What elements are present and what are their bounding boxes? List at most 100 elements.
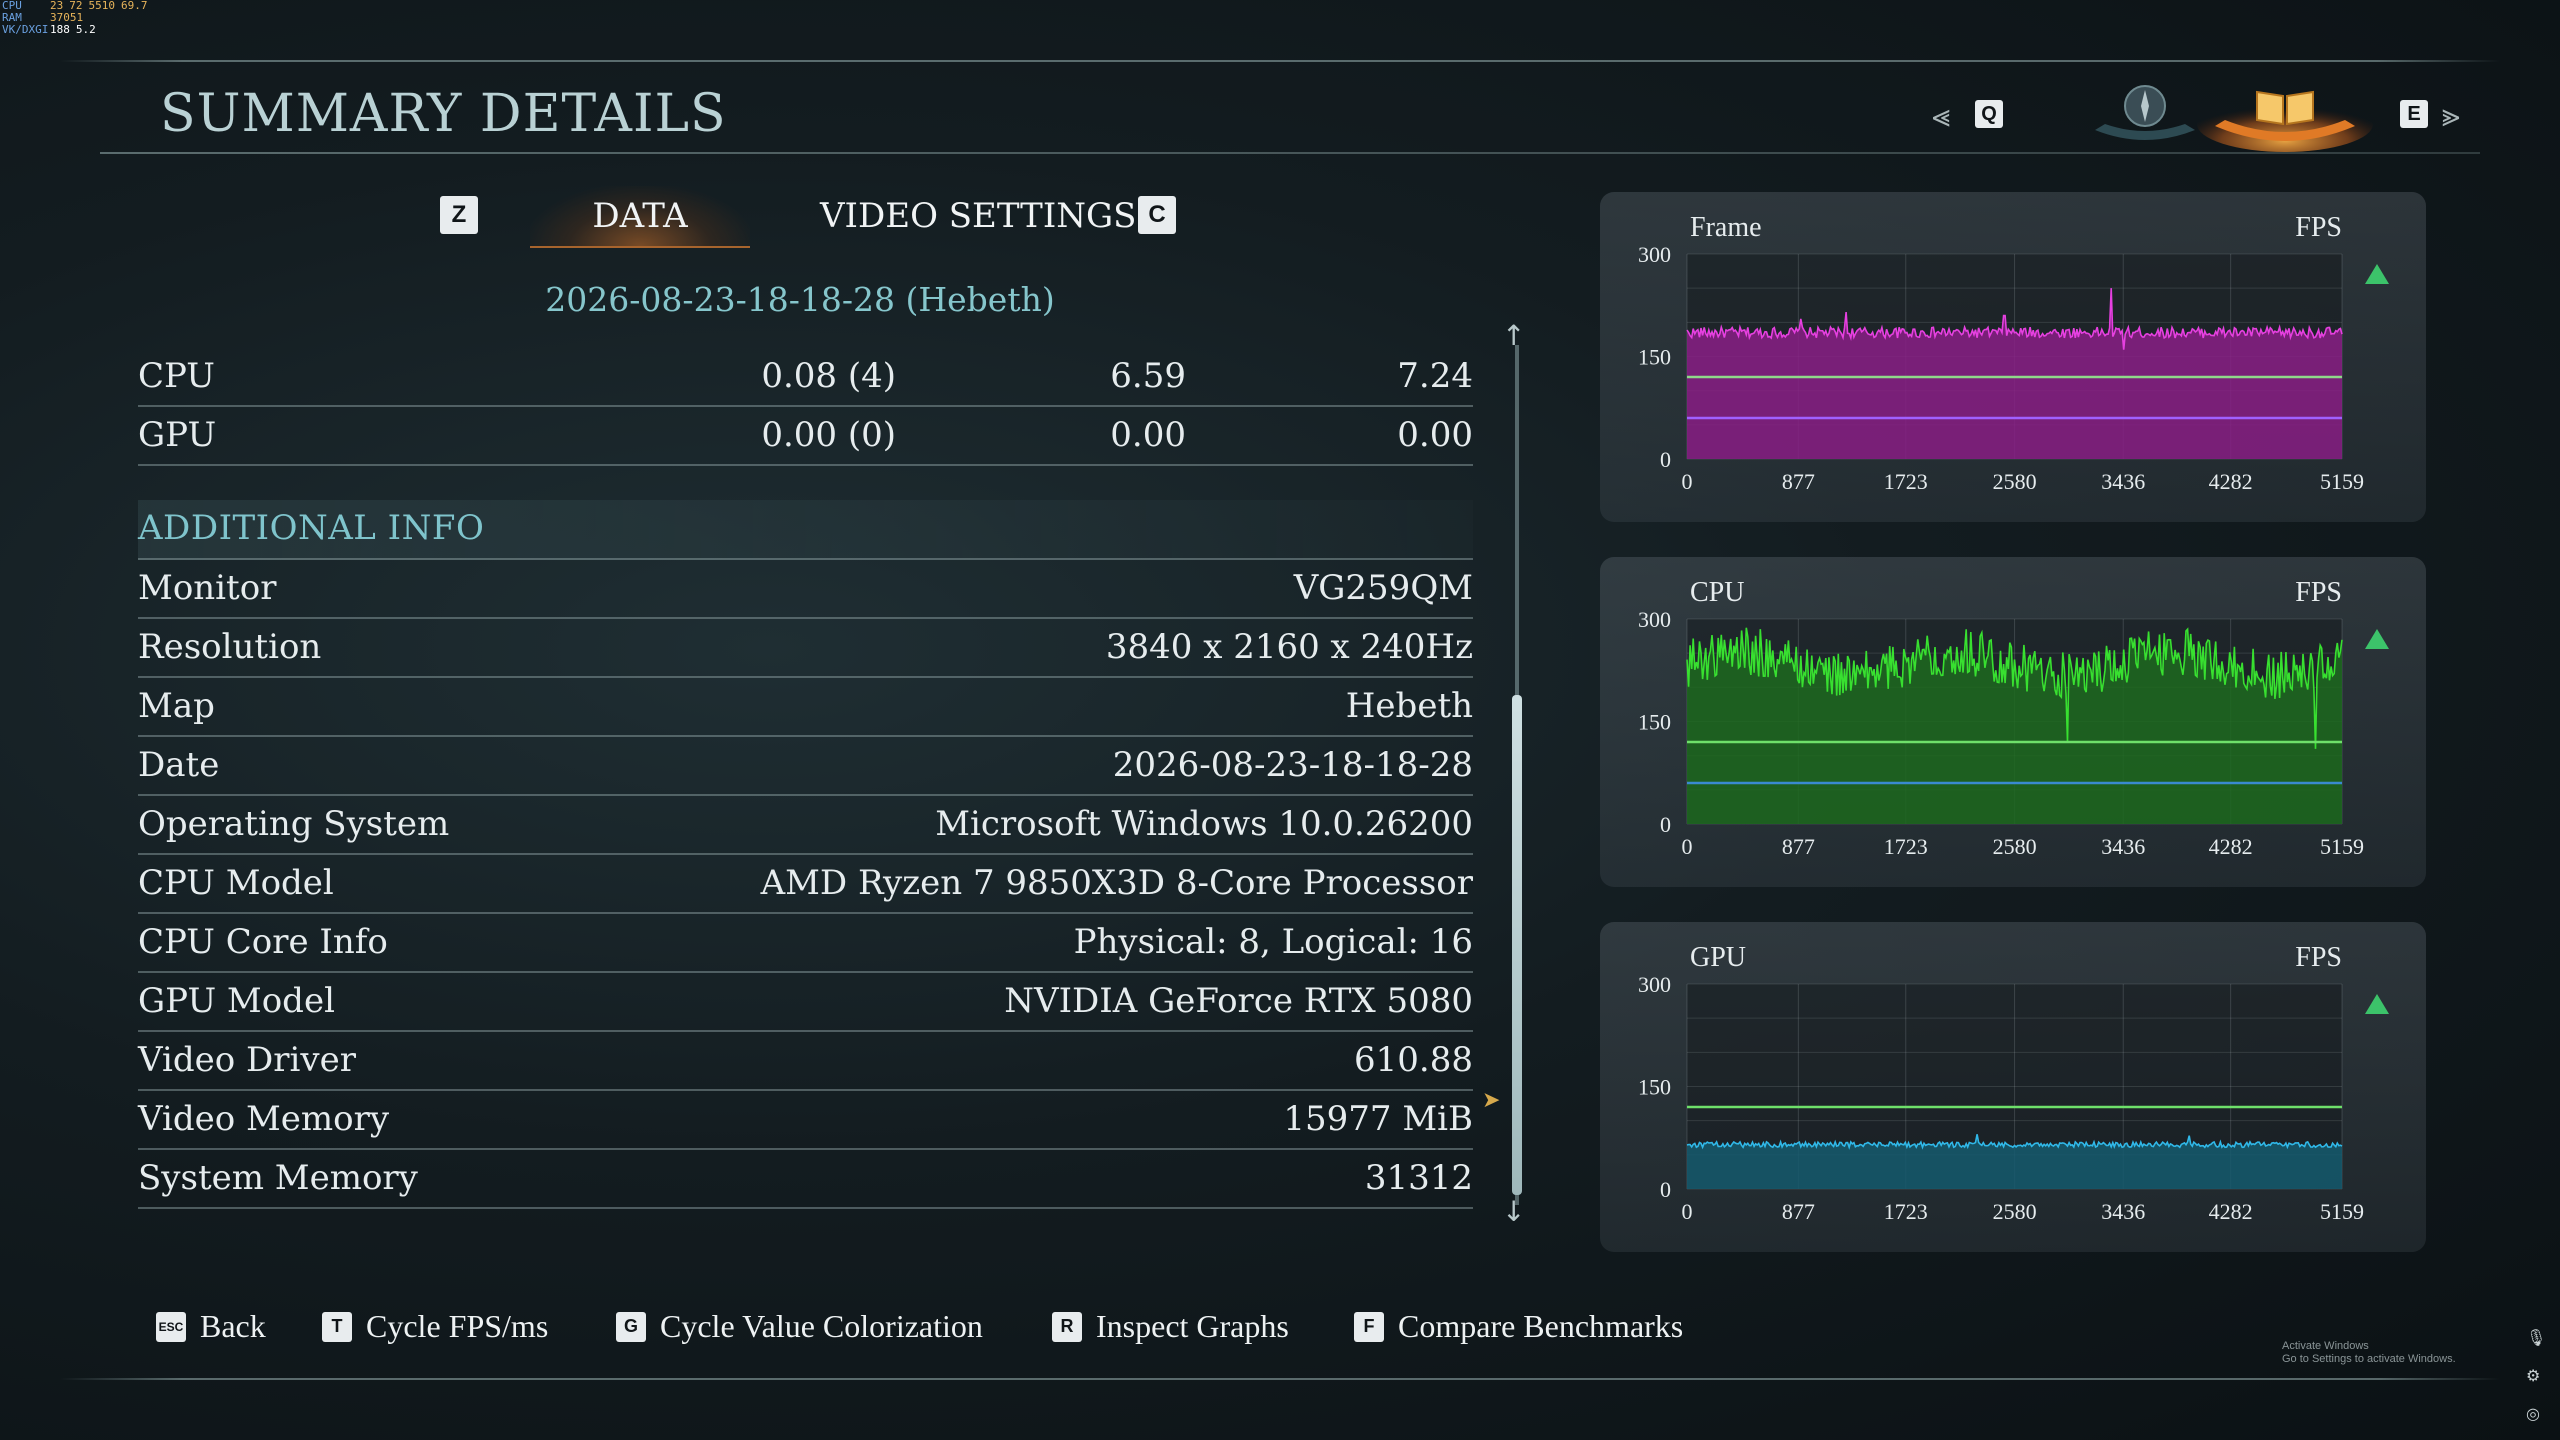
x-tick-label: 5159 [2320,1199,2364,1224]
row-value: 6.59 [1110,356,1186,396]
table-row: CPU 0.08 (4) 6.59 7.24 [138,348,1473,407]
x-tick-label: 3436 [2101,469,2145,494]
key-hint: ESC [156,1311,186,1342]
y-tick-label: 0 [1660,447,1671,472]
x-tick-label: 4282 [2209,1199,2253,1224]
benchmark-run-id: 2026-08-23-18-18-28 (Hebeth) [545,280,1055,319]
y-tick-label: 150 [1638,345,1671,370]
x-tick-label: 0 [1682,1199,1693,1224]
row-label: CPU [138,356,215,396]
overlay-label: VK/DXGI [2,23,49,36]
list-item: CPU Core Info Physical: 8, Logical: 16 [138,914,1473,973]
page-title: SUMMARY DETAILS [160,84,727,144]
info-value: 15977 MiB [1283,1099,1473,1139]
info-key: Video Memory [138,1099,390,1139]
cycle-fps-ms-button[interactable]: T Cycle FPS/ms [322,1308,548,1345]
x-tick-label: 4282 [2209,469,2253,494]
overlay-value: 5510 [88,0,116,12]
y-tick-label: 300 [1638,242,1671,267]
list-item: Operating System Microsoft Windows 10.0.2… [138,796,1473,855]
x-tick-label: 2580 [1993,469,2037,494]
x-tick-label: 877 [1782,1199,1815,1224]
performance-table: CPU 0.08 (4) 6.59 7.24 GPU 0.00 (0) 0.00… [138,348,1473,466]
row-value: 7.24 [1397,356,1473,396]
info-value: Hebeth [1345,686,1473,726]
scroll-down-icon[interactable]: ↓ [1502,1195,1525,1228]
scroll-thumb[interactable] [1512,695,1522,1195]
compass-icon[interactable] [2085,80,2205,142]
list-item: Video Driver 610.88 [138,1032,1473,1091]
scrollbar[interactable]: ↑ ↓ [1500,319,1534,1228]
network-icon[interactable]: ◎ [2526,1404,2540,1423]
chart-title: GPU [1690,942,1746,973]
cpu-fps-chart[interactable]: 0 877 1723 2580 3436 4282 5159 0 150 300 CPU FPS [1600,557,2426,887]
hint-label: Inspect Graphs [1096,1308,1289,1344]
x-tick-label: 2580 [1993,834,2037,859]
y-tick-label: 300 [1638,972,1671,997]
additional-info-header: ADDITIONAL INFO [138,500,1473,560]
activate-windows-watermark: Activate Windows Go to Settings to activ… [2282,1340,2456,1366]
settings-icon[interactable]: ⚙ [2526,1366,2540,1385]
x-tick-label: 0 [1682,834,1693,859]
additional-info-table: Monitor VG259QM Resolution 3840 x 2160 x 2… [138,560,1473,1209]
triangle-up-icon [2365,264,2389,284]
list-item: Resolution 3840 x 2160 x 240Hz [138,619,1473,678]
chart-title: CPU [1690,577,1744,608]
list-item: System Memory 31312 [138,1150,1473,1209]
x-tick-label: 877 [1782,834,1815,859]
chevron-left-icon[interactable]: ⪡ [1932,96,1950,135]
info-key: System Memory [138,1158,418,1198]
frame-fps-chart[interactable]: 0 877 1723 2580 3436 4282 5159 0 150 300 Frame FPS [1600,192,2426,522]
x-tick-label: 3436 [2101,834,2145,859]
cycle-value-colorization-button[interactable]: G Cycle Value Colorization [616,1308,983,1345]
compare-benchmarks-button[interactable]: F Compare Benchmarks [1354,1308,1683,1345]
info-value: 2026-08-23-18-18-28 [1112,745,1473,785]
info-value: Physical: 8, Logical: 16 [1073,922,1473,962]
chart-svg: 0 877 1723 2580 3436 4282 5159 0 150 300 Frame FPS [1638,212,2389,494]
x-tick-label: 2580 [1993,1199,2037,1224]
x-tick-label: 5159 [2320,834,2364,859]
scroll-up-icon[interactable]: ↑ [1502,319,1525,352]
overlay-value: 5.2 [75,23,96,36]
tab-video-settings[interactable]: VIDEO SETTINGS [820,186,1136,246]
tab-prev-key[interactable]: Z [440,196,478,234]
hint-label: Cycle Value Colorization [660,1308,983,1344]
back-button[interactable]: ESC Back [156,1308,266,1345]
nav-prev-key[interactable]: Q [1975,100,2003,128]
overlay-row-api: VK/DXGI 188 5.2 [2,24,148,36]
chart-unit-label: FPS [2295,942,2342,973]
info-key: Resolution [138,627,322,667]
key-hint: F [1354,1311,1384,1342]
info-key: CPU Model [138,863,334,903]
info-key: Video Driver [138,1040,356,1080]
chart-unit-label: FPS [2295,212,2342,243]
list-item: CPU Model AMD Ryzen 7 9850X3D 8-Core Proc… [138,855,1473,914]
info-key: Operating System [138,804,450,844]
x-tick-label: 1723 [1884,834,1928,859]
list-item: Video Memory 15977 MiB [138,1091,1473,1150]
row-value: 0.00 [1110,415,1186,455]
gpu-fps-chart[interactable]: 0 877 1723 2580 3436 4282 5159 0 150 300 GPU FPS [1600,922,2426,1252]
tab-bar: Z DATA VIDEO SETTINGS C [440,186,1200,248]
section-heading: ADDITIONAL INFO [138,508,485,548]
list-item: Date 2026-08-23-18-18-28 [138,737,1473,796]
row-value: 0.00 [1397,415,1473,455]
tab-next-key[interactable]: C [1138,196,1176,234]
inspect-graphs-button[interactable]: R Inspect Graphs [1052,1308,1289,1345]
key-hint: R [1052,1311,1082,1342]
info-value: 31312 [1364,1158,1473,1198]
x-tick-label: 5159 [2320,469,2364,494]
watermark-line: Go to Settings to activate Windows. [2282,1353,2456,1365]
bottom-frame-line [60,1378,2500,1380]
x-tick-label: 0 [1682,469,1693,494]
tab-data[interactable]: DATA [530,186,750,248]
chart-svg: 0 877 1723 2580 3436 4282 5159 0 150 300 CPU FPS [1638,577,2389,859]
y-tick-label: 0 [1660,812,1671,837]
info-value: 3840 x 2160 x 240Hz [1105,627,1473,667]
nav-next-key[interactable]: E [2400,100,2428,128]
chart-title: Frame [1690,212,1762,243]
mouse-cursor-icon: ➤ [1482,1088,1501,1113]
microphone-icon[interactable]: 🎙 [2526,1328,2546,1347]
chevron-right-icon[interactable]: ⪢ [2442,96,2460,135]
book-icon[interactable] [2195,76,2375,152]
